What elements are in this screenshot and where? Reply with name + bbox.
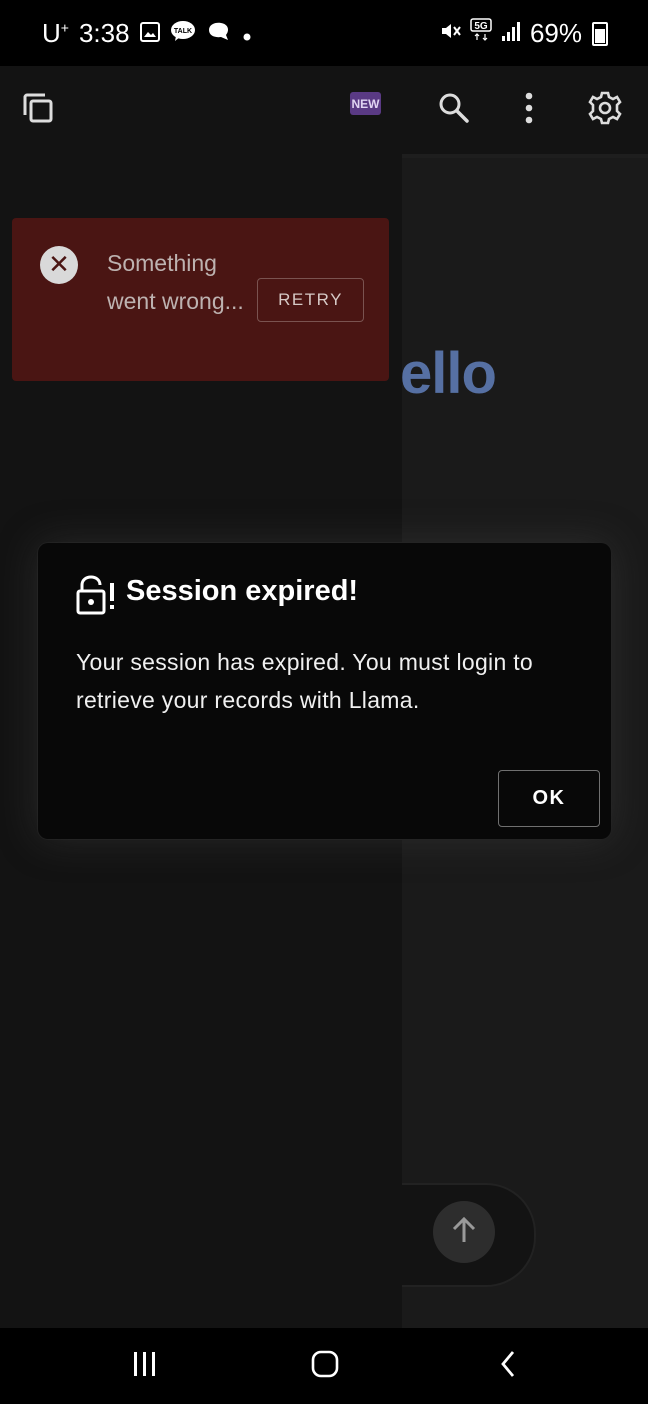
chat-notification-icon (206, 18, 232, 49)
copy-windows-icon (20, 90, 56, 130)
dialog-title: Session expired! (126, 575, 359, 607)
search-button[interactable] (428, 84, 480, 136)
more-vert-icon (524, 91, 534, 129)
switch-view-button[interactable] (12, 84, 64, 136)
svg-text:5G: 5G (474, 21, 488, 32)
gear-icon (587, 90, 623, 130)
mute-icon (440, 18, 462, 49)
settings-button[interactable] (579, 84, 631, 136)
scroll-top-button[interactable] (433, 1201, 495, 1263)
status-left: U+ 3:38 TALK (42, 18, 252, 49)
recent-apps-icon (131, 1351, 159, 1381)
more-notifications-dot-icon (242, 18, 252, 49)
system-nav-bar (0, 1328, 648, 1404)
new-badge[interactable]: NEW (350, 92, 381, 115)
search-icon (437, 91, 471, 129)
network-5g-icon: 5G (470, 18, 492, 49)
greeting-text: ello (400, 341, 497, 406)
back-button[interactable] (478, 1346, 538, 1386)
battery-percent: 69% (529, 18, 582, 48)
gallery-notification-icon (139, 18, 160, 49)
arrow-up-icon (449, 1215, 479, 1249)
home-button[interactable] (295, 1346, 355, 1386)
battery-icon (592, 21, 608, 46)
carrier-label: U+ (42, 18, 69, 48)
back-chevron-icon (498, 1349, 518, 1383)
recent-apps-button[interactable] (115, 1346, 175, 1386)
status-right: 5G 69% (440, 18, 608, 49)
retry-button[interactable]: RETRY (257, 278, 364, 322)
error-toast: ✕ Something went wrong... RETRY (12, 218, 389, 381)
error-close-icon: ✕ (40, 246, 78, 284)
home-icon (310, 1350, 340, 1382)
session-expired-dialog: Session expired! Your session has expire… (38, 543, 611, 839)
app-bar (0, 66, 648, 154)
lock-alert-icon (76, 575, 120, 615)
status-bar: U+ 3:38 TALK 5G 69% (0, 0, 648, 66)
dialog-message: Your session has expired. You must login… (76, 649, 534, 713)
ok-button[interactable]: OK (498, 770, 600, 827)
talk-notification-icon: TALK (170, 18, 196, 49)
more-options-button[interactable] (503, 84, 555, 136)
svg-text:TALK: TALK (174, 28, 192, 35)
signal-icon (500, 18, 522, 49)
status-time: 3:38 (78, 18, 130, 48)
error-message: Something went wrong... (107, 250, 244, 314)
